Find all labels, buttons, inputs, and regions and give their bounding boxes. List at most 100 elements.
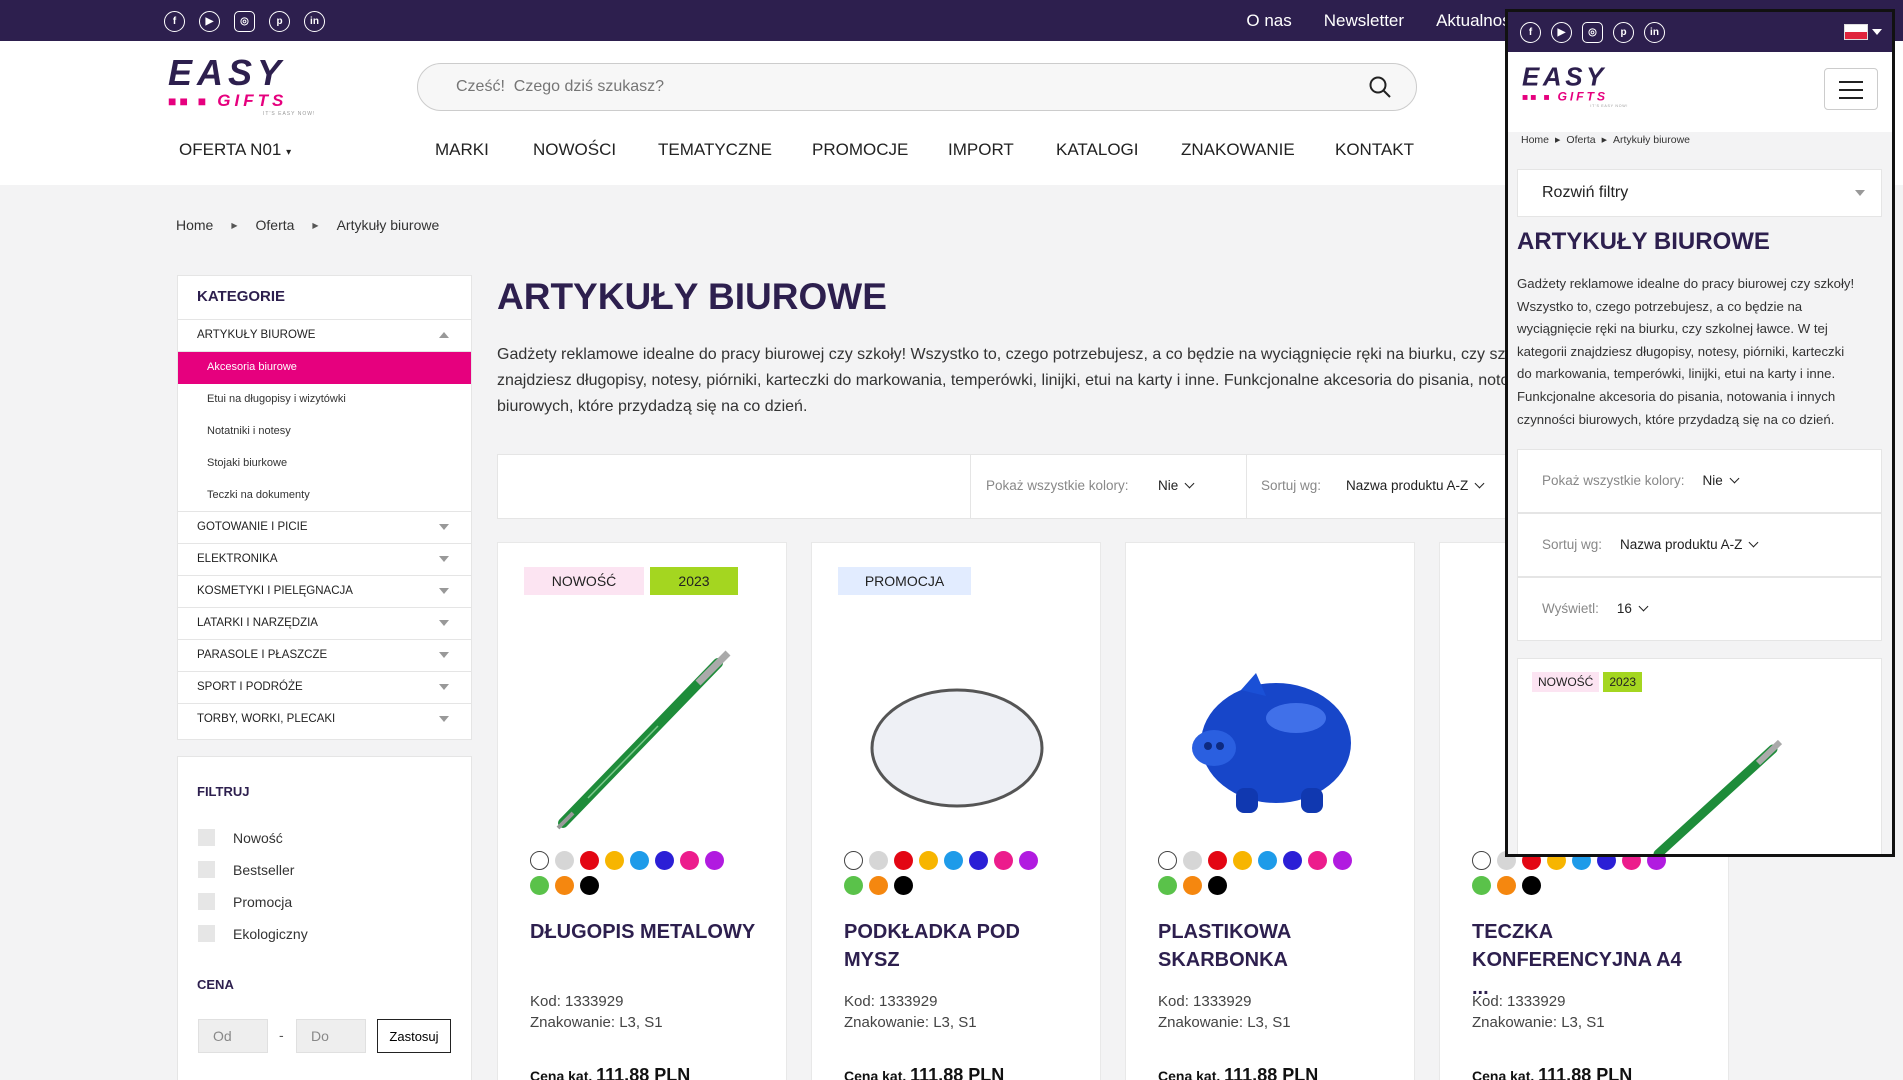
linkedin-icon[interactable]: in — [1644, 22, 1665, 43]
category-cosmetics[interactable]: KOSMETYKI I PIELĘGNACJA — [178, 576, 471, 608]
color-swatch[interactable] — [630, 851, 649, 870]
color-swatch[interactable] — [705, 851, 724, 870]
youtube-icon[interactable]: ▶ — [199, 11, 220, 32]
color-swatch[interactable] — [605, 851, 624, 870]
color-swatch[interactable] — [869, 876, 888, 895]
nav-promotions[interactable]: PROMOCJE — [812, 140, 908, 160]
nav-import[interactable]: IMPORT — [948, 140, 1014, 160]
color-swatch[interactable] — [994, 851, 1013, 870]
instagram-icon[interactable]: ◎ — [234, 11, 255, 32]
color-swatch[interactable] — [844, 851, 863, 870]
pinterest-icon[interactable]: p — [1613, 22, 1634, 43]
checkbox[interactable] — [198, 829, 215, 846]
apply-price-button[interactable]: Zastosuj — [377, 1019, 451, 1053]
color-swatch[interactable] — [655, 851, 674, 870]
product-image-piggy-bank[interactable] — [1156, 648, 1386, 838]
color-swatch[interactable] — [844, 876, 863, 895]
filter-promotion[interactable]: Promocja — [198, 893, 292, 910]
color-swatch[interactable] — [1497, 876, 1516, 895]
category-bags[interactable]: TORBY, WORKI, PLECAKI — [178, 704, 471, 736]
color-swatch[interactable] — [680, 851, 699, 870]
subcategory-notebooks[interactable]: Notatniki i notesy — [178, 416, 471, 448]
color-swatch[interactable] — [580, 851, 599, 870]
color-swatch[interactable] — [1158, 851, 1177, 870]
mobile-product-card[interactable]: NOWOŚĆ 2023 — [1517, 658, 1882, 854]
color-swatch[interactable] — [1158, 876, 1177, 895]
subcategory-desk-stands[interactable]: Stojaki biurkowe — [178, 448, 471, 480]
category-office-supplies[interactable]: ARTYKUŁY BIUROWE — [178, 320, 471, 352]
checkbox[interactable] — [198, 925, 215, 942]
product-image-pen[interactable] — [528, 648, 758, 838]
category-electronics[interactable]: ELEKTRONIKA — [178, 544, 471, 576]
color-swatch[interactable] — [1233, 851, 1252, 870]
nav-offer[interactable]: OFERTA N01 ▾ — [179, 140, 291, 160]
product-name[interactable]: DŁUGOPIS METALOWY — [530, 918, 760, 946]
nav-marking[interactable]: ZNAKOWANIE — [1181, 140, 1295, 160]
product-card[interactable]: PROMOCJA PODKŁADKA POD MYSZ Kod: 1333929… — [811, 542, 1101, 1080]
facebook-icon[interactable]: f — [1520, 22, 1541, 43]
top-link-newsletter[interactable]: Newsletter — [1324, 11, 1404, 31]
subcategory-office-accessories[interactable]: Akcesoria biurowe — [178, 352, 471, 384]
top-link-about[interactable]: O nas — [1246, 11, 1291, 31]
expand-filters-button[interactable]: Rozwiń filtry — [1517, 169, 1882, 217]
color-swatch[interactable] — [1019, 851, 1038, 870]
linkedin-icon[interactable]: in — [304, 11, 325, 32]
color-swatch[interactable] — [1183, 851, 1202, 870]
breadcrumb-home[interactable]: Home — [1521, 134, 1549, 146]
product-name[interactable]: PLASTIKOWA SKARBONKA — [1158, 918, 1388, 974]
color-swatch[interactable] — [1472, 876, 1491, 895]
breadcrumb-home[interactable]: Home — [176, 217, 213, 233]
nav-new[interactable]: NOWOŚCI — [533, 140, 616, 160]
color-swatch[interactable] — [1208, 876, 1227, 895]
breadcrumb-offer[interactable]: Oferta — [1566, 134, 1595, 146]
color-swatch[interactable] — [1283, 851, 1302, 870]
product-name[interactable]: TECZKA KONFERENCYJNA A4 ... — [1472, 918, 1702, 1002]
youtube-icon[interactable]: ▶ — [1551, 22, 1572, 43]
pinterest-icon[interactable]: p — [269, 11, 290, 32]
nav-brands[interactable]: MARKI — [435, 140, 489, 160]
color-swatch[interactable] — [555, 876, 574, 895]
color-swatch[interactable] — [1333, 851, 1352, 870]
instagram-icon[interactable]: ◎ — [1582, 22, 1603, 43]
sort-select[interactable]: Nazwa produktu A-Z — [1346, 478, 1485, 493]
color-swatch[interactable] — [1522, 876, 1541, 895]
subcategory-pen-cases[interactable]: Etui na długopisy i wizytówki — [178, 384, 471, 416]
category-umbrellas[interactable]: PARASOLE I PŁASZCZE — [178, 640, 471, 672]
color-swatch[interactable] — [530, 876, 549, 895]
nav-thematic[interactable]: TEMATYCZNE — [658, 140, 772, 160]
color-swatch[interactable] — [530, 851, 549, 870]
search-icon[interactable] — [1368, 75, 1392, 99]
hamburger-menu-icon[interactable] — [1824, 68, 1878, 110]
logo[interactable]: EASY ■■ ■ GIFTS IT'S EASY NOW! — [168, 55, 315, 118]
breadcrumb-offer[interactable]: Oferta — [256, 217, 295, 233]
color-swatch[interactable] — [969, 851, 988, 870]
color-swatch[interactable] — [894, 851, 913, 870]
category-tools[interactable]: LATARKI I NARZĘDZIA — [178, 608, 471, 640]
color-swatch[interactable] — [1208, 851, 1227, 870]
color-swatch[interactable] — [580, 876, 599, 895]
polish-flag-icon[interactable] — [1844, 24, 1868, 40]
mobile-display-select[interactable]: Wyświetl: 16 — [1517, 577, 1882, 641]
mobile-sort-select[interactable]: Sortuj wg: Nazwa produktu A-Z — [1517, 513, 1882, 577]
product-card[interactable]: NOWOŚĆ 2023 DŁUGOPIS METALOWY Kod: 13339… — [497, 542, 787, 1080]
color-swatch[interactable] — [944, 851, 963, 870]
color-swatch[interactable] — [555, 851, 574, 870]
color-swatch[interactable] — [869, 851, 888, 870]
mobile-show-colors-select[interactable]: Pokaż wszystkie kolory: Nie — [1517, 449, 1882, 513]
subcategory-document-folders[interactable]: Teczki na dokumenty — [178, 480, 471, 512]
filter-bestseller[interactable]: Bestseller — [198, 861, 294, 878]
nav-contact[interactable]: KONTAKT — [1335, 140, 1414, 160]
category-cooking[interactable]: GOTOWANIE I PICIE — [178, 512, 471, 544]
checkbox[interactable] — [198, 861, 215, 878]
facebook-icon[interactable]: f — [164, 11, 185, 32]
show-colors-select[interactable]: Nie — [1158, 478, 1195, 493]
filter-new[interactable]: Nowość — [198, 829, 283, 846]
product-name[interactable]: PODKŁADKA POD MYSZ — [844, 918, 1074, 974]
color-swatch[interactable] — [1472, 851, 1491, 870]
product-card[interactable]: PLASTIKOWA SKARBONKA Kod: 1333929 Znakow… — [1125, 542, 1415, 1080]
nav-catalogs[interactable]: KATALOGI — [1056, 140, 1139, 160]
color-swatch[interactable] — [1183, 876, 1202, 895]
price-from-input[interactable]: Od — [198, 1019, 268, 1053]
category-sport[interactable]: SPORT I PODRÓŻE — [178, 672, 471, 704]
checkbox[interactable] — [198, 893, 215, 910]
